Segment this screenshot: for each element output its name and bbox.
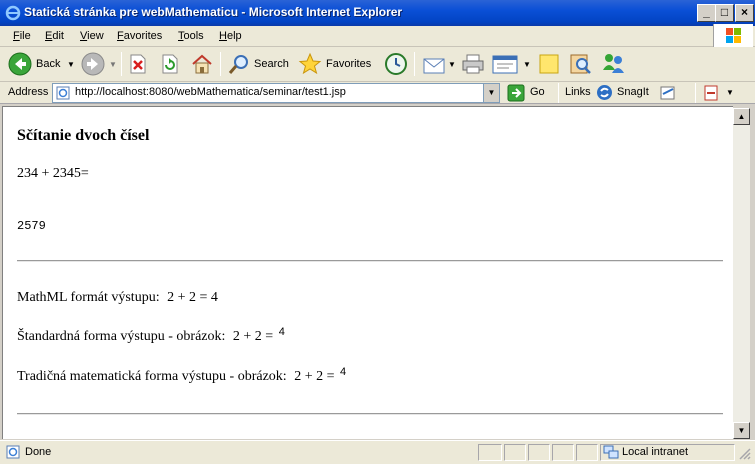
pdf-dropdown-arrow[interactable]: ▼ xyxy=(726,88,734,97)
standard-expression: 2 + 2 = xyxy=(232,329,274,344)
edit-dropdown-arrow[interactable]: ▼ xyxy=(523,60,531,69)
menu-tools[interactable]: Tools xyxy=(178,30,204,42)
messenger-icon[interactable] xyxy=(600,52,626,76)
toolbar-separator xyxy=(558,83,559,103)
address-input[interactable]: http://localhost:8080/webMathematica/sem… xyxy=(52,83,500,103)
window-title: Statická stránka pre webMathematicu - Mi… xyxy=(24,5,403,19)
address-dropdown-button[interactable]: ▼ xyxy=(483,84,499,102)
home-icon[interactable] xyxy=(191,53,213,75)
toolbar-separator xyxy=(220,52,221,76)
print-icon[interactable] xyxy=(461,53,485,75)
mathml-label: MathML formát výstupu: xyxy=(17,290,160,305)
forward-icon[interactable] xyxy=(81,52,105,76)
favorites-button-label[interactable]: Favorites xyxy=(326,58,371,70)
menu-bar: File Edit View Favorites Tools Help xyxy=(0,26,755,47)
traditional-value-image: 4 xyxy=(339,366,347,378)
mail-icon[interactable] xyxy=(422,53,446,75)
title-bar[interactable]: Statická stránka pre webMathematicu - Mi… xyxy=(0,0,755,26)
traditional-output-line: Tradičná matematická forma výstupu - obr… xyxy=(17,366,347,385)
back-button-label[interactable]: Back xyxy=(36,58,60,70)
page-heading: Sčítanie dvoch čísel xyxy=(17,127,150,144)
menu-file[interactable]: File xyxy=(13,30,31,42)
vertical-scrollbar[interactable]: ▲ ▼ xyxy=(733,108,750,439)
status-bar: Done Local intranet xyxy=(0,440,755,464)
standard-toolbar: Back ▼ ▼ Search Favorites ▼ ▼ xyxy=(0,47,755,82)
search-button-label[interactable]: Search xyxy=(254,58,289,70)
snagit-icon[interactable] xyxy=(596,84,613,101)
snagit-capture-icon[interactable] xyxy=(660,85,676,101)
back-icon[interactable] xyxy=(8,52,32,76)
standard-value-image: 4 xyxy=(278,326,285,338)
menu-favorites[interactable]: Favorites xyxy=(117,30,162,42)
menu-edit[interactable]: Edit xyxy=(45,30,64,42)
favorites-star-icon[interactable] xyxy=(298,52,322,76)
pdf-convert-icon[interactable] xyxy=(703,85,721,101)
mail-dropdown-arrow[interactable]: ▼ xyxy=(448,60,456,69)
status-panel xyxy=(528,444,550,461)
toolbar-separator xyxy=(414,52,415,76)
address-label: Address xyxy=(8,86,49,98)
search-icon[interactable] xyxy=(228,53,250,75)
mathml-expression: 2 + 2 = 4 xyxy=(167,290,218,305)
windows-flag-icon xyxy=(726,28,741,43)
horizontal-rule xyxy=(17,260,723,262)
status-panel xyxy=(552,444,574,461)
standard-output-line: Štandardná forma výstupu - obrázok: 2 + … xyxy=(17,326,285,345)
toolbar-separator xyxy=(695,83,696,103)
snagit-label[interactable]: SnagIt xyxy=(617,86,649,98)
input-expression: 234 + 2345= xyxy=(17,166,89,181)
standard-label: Štandardná forma výstupu - obrázok: xyxy=(17,329,226,344)
status-text: Done xyxy=(25,446,52,458)
status-panel xyxy=(504,444,526,461)
windows-logo xyxy=(713,24,753,48)
page-ie-icon xyxy=(56,86,70,100)
traditional-expression: 2 + 2 = xyxy=(294,369,335,384)
menu-help[interactable]: Help xyxy=(219,30,242,42)
go-button-label[interactable]: Go xyxy=(530,86,545,98)
history-icon[interactable] xyxy=(384,52,408,76)
status-panel xyxy=(478,444,502,461)
zone-text: Local intranet xyxy=(622,446,689,458)
edit-icon[interactable] xyxy=(492,53,518,75)
menu-view[interactable]: View xyxy=(80,30,104,42)
research-icon[interactable] xyxy=(568,52,592,76)
scroll-up-button[interactable]: ▲ xyxy=(733,108,750,125)
ie-icon xyxy=(5,5,21,21)
forward-dropdown-arrow[interactable]: ▼ xyxy=(109,60,117,69)
links-label[interactable]: Links xyxy=(565,86,591,98)
address-bar: Address http://localhost:8080/webMathema… xyxy=(0,82,755,104)
go-arrow-icon[interactable] xyxy=(507,84,525,102)
status-panel xyxy=(576,444,598,461)
local-intranet-icon xyxy=(603,445,619,459)
refresh-icon[interactable] xyxy=(160,54,180,74)
minimize-button[interactable]: _ xyxy=(697,4,716,22)
toolbar-separator xyxy=(121,52,122,76)
stop-icon[interactable] xyxy=(128,54,148,74)
page-done-icon xyxy=(6,445,20,459)
mathml-output-line: MathML formát výstupu: 2 + 2 = 4 xyxy=(17,290,218,306)
traditional-label: Tradičná matematická forma výstupu - obr… xyxy=(17,369,287,384)
result-value: 2579 xyxy=(17,219,46,233)
back-dropdown-arrow[interactable]: ▼ xyxy=(67,60,75,69)
address-url[interactable]: http://localhost:8080/webMathematica/sem… xyxy=(75,86,346,98)
scroll-down-button[interactable]: ▼ xyxy=(733,422,750,439)
resize-grip-icon[interactable] xyxy=(738,447,751,460)
maximize-button[interactable]: □ xyxy=(715,4,734,22)
note-icon[interactable] xyxy=(538,53,560,75)
close-button[interactable]: × xyxy=(735,4,754,22)
page-viewport[interactable]: Sčítanie dvoch čísel 234 + 2345= 2579 Ma… xyxy=(2,106,733,439)
horizontal-rule xyxy=(17,413,723,415)
